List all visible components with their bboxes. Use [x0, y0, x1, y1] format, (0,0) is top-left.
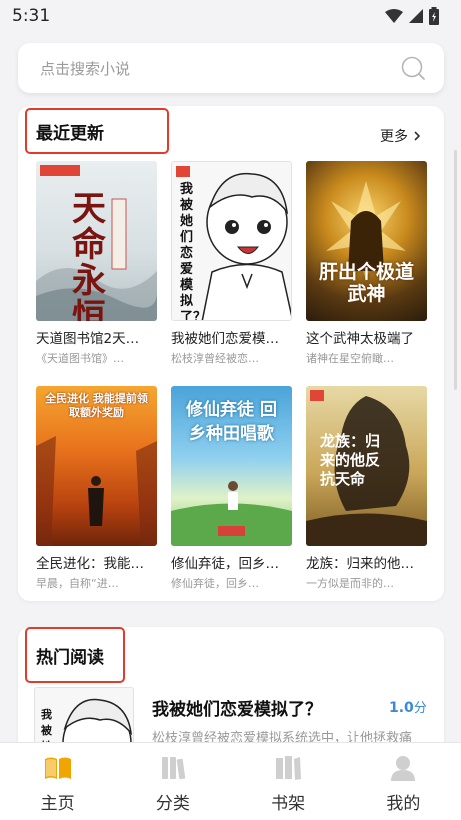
more-label: 更多 [380, 129, 408, 145]
recent-updates-section: 最近更新 更多 天命永恒 天道图书馆2天… 《天道图书馆》… 我被她们恋爱模拟了… [18, 106, 444, 601]
cover-art [171, 481, 292, 546]
book-title: 龙族：归来的他… [306, 556, 414, 572]
more-link[interactable]: 更多 [380, 126, 422, 146]
tab-profile[interactable]: 我的 [358, 753, 448, 820]
cover-title: 龙族：归来的他反抗天命 [320, 432, 381, 488]
status-icons [385, 7, 439, 25]
svg-text:被: 被 [41, 723, 53, 737]
tab-home[interactable]: 主页 [13, 753, 103, 820]
book-desc: 松枝淳曾经被恋… [171, 352, 259, 365]
book-cover: 肝出个极道武神 [306, 161, 427, 321]
tab-bookshelf[interactable]: 书架 [243, 753, 333, 820]
bookshelf-icon [276, 756, 302, 780]
search-icon[interactable] [400, 55, 426, 81]
book-title: 天道图书馆2天… [36, 331, 140, 347]
search-placeholder: 点击搜索小说 [40, 59, 131, 78]
book-title: 这个武神太极端了 [306, 331, 414, 347]
status-time: 5:31 [12, 6, 51, 26]
search-input[interactable]: 点击搜索小说 [18, 43, 444, 93]
book-grid: 天命永恒 天道图书馆2天… 《天道图书馆》… 我被她们恋爱模拟了？ 我被她们恋爱… [36, 161, 428, 599]
book-title: 全民进化：我能… [36, 556, 144, 572]
cover-title: 天命永恒 [72, 189, 106, 321]
tab-label: 主页 [40, 794, 75, 814]
section-title-highlight: 热门阅读 [25, 627, 125, 683]
book-cover: 修仙弃徒 回乡种田唱歌 [171, 386, 292, 546]
category-icon [161, 757, 186, 780]
book-desc: 早晨，自称“进… [36, 577, 119, 590]
book-cover: 我被她们恋爱模拟了？ [171, 161, 292, 321]
book-card[interactable]: 全民进化 我能提前领取额外奖励 全民进化：我能… 早晨，自称“进… [36, 386, 157, 599]
book-card[interactable]: 我被她们恋爱模拟了？ 我被她们恋爱模… 松枝淳曾经被恋… [171, 161, 292, 374]
wifi-icon [385, 9, 403, 23]
bottom-tab-bar: 主页 分类 书架 我的 [0, 742, 461, 820]
user-icon [391, 756, 416, 781]
book-cover: 全民进化 我能提前领取额外奖励 [36, 386, 157, 546]
svg-text:我: 我 [41, 707, 52, 721]
tab-label: 分类 [155, 794, 190, 814]
cover-art [36, 436, 157, 546]
battery-icon [429, 7, 439, 25]
book-title: 修仙弃徒，回乡… [171, 556, 279, 572]
tab-category[interactable]: 分类 [128, 753, 218, 820]
book-card[interactable]: 天命永恒 天道图书馆2天… 《天道图书馆》… [36, 161, 157, 374]
book-desc: 修仙弃徒，回乡… [171, 577, 259, 590]
chevron-right-icon [414, 131, 421, 141]
book-cover: 龙族：归来的他反抗天命 [306, 386, 427, 546]
book-card[interactable]: 龙族：归来的他反抗天命 龙族：归来的他… 一方似是而非的… [306, 386, 427, 599]
section-title-recent: 最近更新 [36, 123, 104, 144]
book-title: 我被她们恋爱模… [171, 331, 279, 347]
book-cover: 天命永恒 [36, 161, 157, 321]
book-card[interactable]: 修仙弃徒 回乡种田唱歌 修仙弃徒，回乡… 修仙弃徒，回乡… [171, 386, 292, 599]
section-title-hot: 热门阅读 [36, 647, 104, 668]
book-desc: 《天道图书馆》… [36, 352, 124, 365]
signal-icon [409, 9, 423, 23]
book-desc: 诸神在星空俯瞰… [306, 352, 394, 365]
section-title-highlight: 最近更新 [25, 108, 169, 154]
hot-book-score: 1.0分 [389, 700, 427, 716]
book-open-icon [44, 757, 71, 779]
hot-book-title[interactable]: 我被她们恋爱模拟了？ [152, 695, 322, 720]
cover-title: 肝出个极道武神 [318, 261, 414, 305]
book-card[interactable]: 肝出个极道武神 这个武神太极端了 诸神在星空俯瞰… [306, 161, 427, 374]
tab-label: 书架 [271, 794, 306, 814]
tab-label: 我的 [386, 794, 421, 814]
scrollbar[interactable] [454, 150, 457, 390]
book-desc: 一方似是而非的… [306, 577, 394, 590]
cover-illustration [201, 172, 291, 320]
status-bar: 5:31 [0, 0, 461, 32]
